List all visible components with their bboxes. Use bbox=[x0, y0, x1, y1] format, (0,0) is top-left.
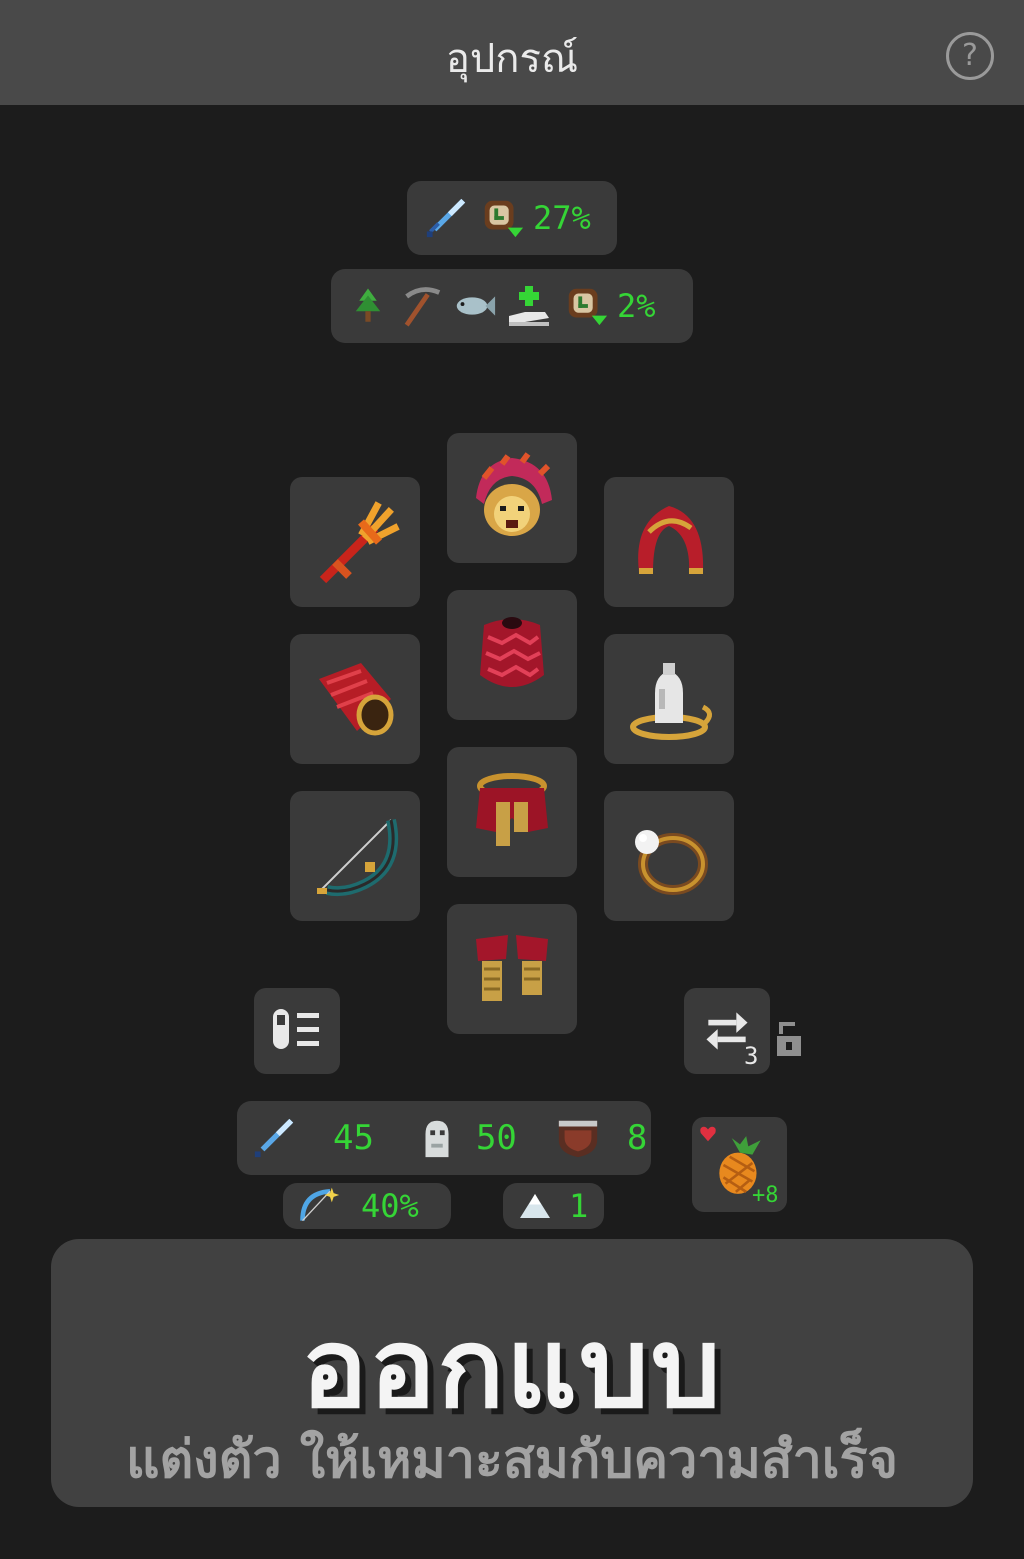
shield-icon bbox=[558, 1120, 598, 1158]
attack-value: 45 bbox=[333, 1118, 374, 1158]
legs-slot[interactable] bbox=[447, 747, 577, 877]
attack-sword-icon bbox=[254, 1118, 294, 1158]
heart-icon bbox=[700, 1126, 716, 1142]
health-bust-icon bbox=[425, 1120, 449, 1158]
offhand-slot[interactable] bbox=[290, 791, 420, 921]
head-slot[interactable] bbox=[447, 433, 577, 563]
pearl-ring-icon bbox=[635, 830, 708, 895]
scroll-down-icon bbox=[484, 200, 524, 238]
potion-list-icon bbox=[273, 1009, 319, 1049]
magic-bow-icon bbox=[300, 1187, 340, 1222]
feather-boots-icon bbox=[476, 935, 548, 1001]
boots-slot[interactable] bbox=[447, 904, 577, 1034]
page-title: อุปกรณ์ bbox=[445, 36, 579, 82]
fish-icon bbox=[456, 296, 496, 316]
red-hood-cape-icon bbox=[638, 506, 704, 574]
mountain-icon bbox=[520, 1194, 550, 1218]
body-slot[interactable] bbox=[447, 590, 577, 720]
white-bust-amulet-icon bbox=[630, 663, 712, 740]
pickaxe-icon bbox=[404, 287, 441, 327]
crit-value: 40% bbox=[361, 1187, 419, 1225]
level-value: 1 bbox=[569, 1187, 589, 1225]
food-bonus: +8 bbox=[752, 1183, 779, 1208]
potion-list-button[interactable] bbox=[254, 988, 340, 1074]
bow-icon bbox=[317, 818, 399, 897]
cape-slot[interactable] bbox=[604, 477, 734, 607]
tree-icon bbox=[355, 288, 381, 322]
sword-icon bbox=[426, 198, 466, 238]
hand-plus-icon bbox=[509, 286, 549, 326]
help-button[interactable]: ? bbox=[946, 32, 994, 80]
food-slot[interactable]: +8 bbox=[692, 1117, 787, 1212]
weapon-slot[interactable] bbox=[290, 477, 420, 607]
trident-icon bbox=[319, 501, 400, 584]
scroll-down-icon bbox=[568, 288, 608, 326]
swap-loadout-button[interactable]: 3 bbox=[684, 988, 770, 1074]
level-pill: 1 bbox=[503, 1183, 604, 1229]
red-gauntlet-icon bbox=[319, 663, 394, 736]
feather-skirt-icon bbox=[476, 773, 548, 846]
combat-bonus-pill: 27% bbox=[407, 181, 617, 255]
promo-banner: ออกแบบ แต่งตัว ให้เหมาะสมกับความสำเร็จ bbox=[51, 1239, 973, 1507]
gathering-bonus-value: 2% bbox=[617, 287, 656, 325]
health-value: 50 bbox=[475, 1118, 517, 1158]
defense-value: 8 bbox=[626, 1118, 648, 1158]
stats-pill: 45 50 8 bbox=[237, 1101, 651, 1175]
gloves-slot[interactable] bbox=[290, 634, 420, 764]
swap-count: 3 bbox=[744, 1042, 759, 1070]
lock-icon bbox=[777, 1022, 801, 1056]
ring-slot[interactable] bbox=[604, 791, 734, 921]
gathering-bonus-pill: 2% bbox=[331, 269, 693, 343]
feather-armor-icon bbox=[480, 617, 544, 687]
combat-bonus-value: 27% bbox=[533, 199, 591, 237]
amulet-slot[interactable] bbox=[604, 634, 734, 764]
lion-headdress-icon bbox=[476, 452, 552, 536]
top-bar: อุปกรณ์ ? bbox=[0, 0, 1024, 105]
banner-subline: แต่งตัว ให้เหมาะสมกับความสำเร็จ bbox=[126, 1430, 898, 1490]
crit-pill: 40% bbox=[283, 1183, 451, 1229]
